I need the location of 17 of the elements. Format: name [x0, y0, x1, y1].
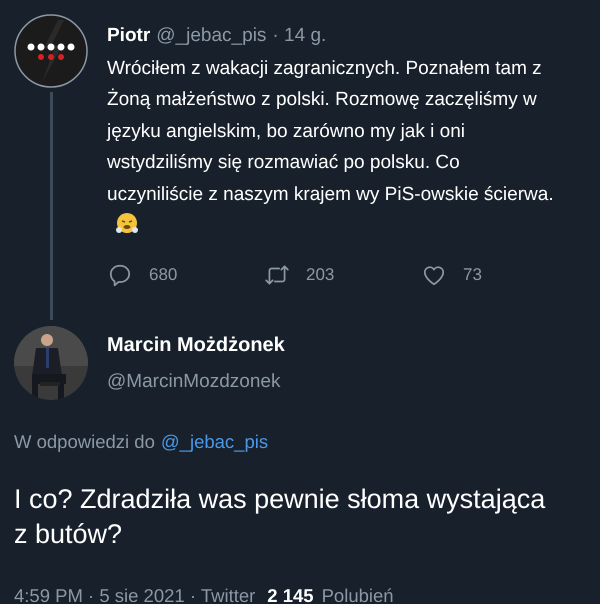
- reply-text: I co? Zdradziła was pewnie słoma wystająca z butów?: [14, 484, 546, 549]
- action-count: 680: [149, 264, 178, 286]
- avatar-icon: [14, 14, 88, 88]
- action-count: 73: [463, 264, 482, 286]
- action-count: 203: [306, 264, 334, 286]
- tweet-text: Wróciłem z wakacji zagranicznych. Poznałem tam z Żoną małżeństwo z polski. Rozmowę zaczęliśmy w języku angielskim, bo zarówno my jak i oni wstydziliśmy się rozmawiać po polsku. Co uczyniliście z naszym krajem wy PiS-owskie ścierwa.: [107, 58, 554, 204]
- emoji-icon: [115, 211, 139, 235]
- mention-link[interactable]: @_jebac_pis: [160, 428, 268, 456]
- author-name[interactable]: Marcin Możdżonek: [107, 330, 285, 360]
- likes-label: Polubień: [322, 584, 394, 604]
- reply-context: W odpowiedzi do: [14, 430, 155, 454]
- tweet-meta: 4:59 PM · 5 sie 2021 · Twitter: [14, 584, 256, 604]
- tweet-time[interactable]: · 14 g.: [272, 22, 326, 50]
- author-name[interactable]: Piotr: [107, 22, 150, 50]
- author-handle[interactable]: @MarcinMozdzonek: [107, 368, 285, 396]
- likes-count: 2 145: [267, 584, 314, 604]
- author-handle[interactable]: @_jebac_pis: [156, 22, 266, 50]
